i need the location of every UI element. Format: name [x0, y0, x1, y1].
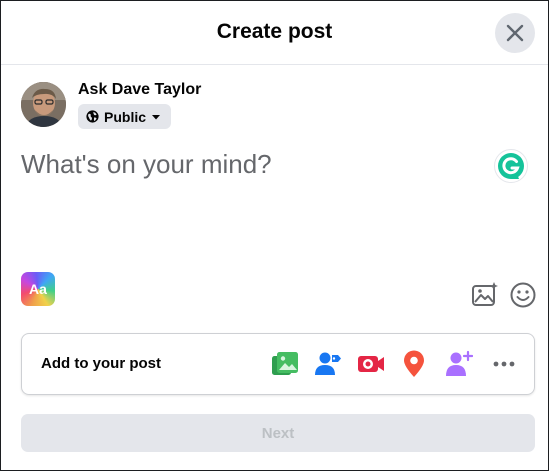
more-options-button[interactable] [489, 349, 519, 379]
background-picker-label: Aa [29, 281, 47, 297]
globe-icon [86, 110, 99, 123]
check-in-icon [404, 350, 424, 377]
grammarly-icon [498, 153, 524, 179]
next-button[interactable]: Next [21, 414, 535, 452]
dialog-title: Create post [216, 20, 333, 43]
audience-selector[interactable]: Public [78, 104, 172, 129]
next-button-label: Next [261, 424, 295, 442]
post-text-input[interactable]: What's on your mind? [21, 149, 481, 180]
add-friend-button[interactable] [444, 349, 474, 379]
close-icon [506, 24, 524, 42]
image-sparkle-icon [472, 282, 498, 306]
avatar[interactable] [21, 82, 66, 127]
add-to-post-label: Add to your post [41, 355, 161, 372]
image-sparkle-button[interactable] [471, 281, 499, 309]
caret-down-icon [152, 114, 161, 119]
live-video-icon [358, 356, 384, 372]
photo-video-icon [272, 352, 298, 375]
tag-people-button[interactable] [313, 349, 343, 379]
more-icon [493, 361, 515, 367]
live-video-button[interactable] [356, 349, 386, 379]
background-color-picker[interactable]: Aa [21, 272, 55, 306]
grammarly-button[interactable] [494, 149, 528, 183]
close-button[interactable] [495, 13, 535, 53]
dialog-header: Create post [1, 1, 548, 65]
audience-label: Public [104, 108, 147, 125]
author-name: Ask Dave Taylor [78, 81, 202, 98]
create-post-dialog: Create post Ask Dave Taylor Public What'… [0, 0, 549, 471]
emoji-icon [510, 282, 536, 308]
tag-people-icon [315, 352, 341, 375]
check-in-button[interactable] [399, 349, 429, 379]
emoji-button[interactable] [509, 281, 537, 309]
add-friend-icon [446, 350, 473, 376]
add-to-post-bar: Add to your post [21, 333, 535, 395]
avatar-photo [21, 82, 66, 127]
photo-video-button[interactable] [270, 349, 300, 379]
